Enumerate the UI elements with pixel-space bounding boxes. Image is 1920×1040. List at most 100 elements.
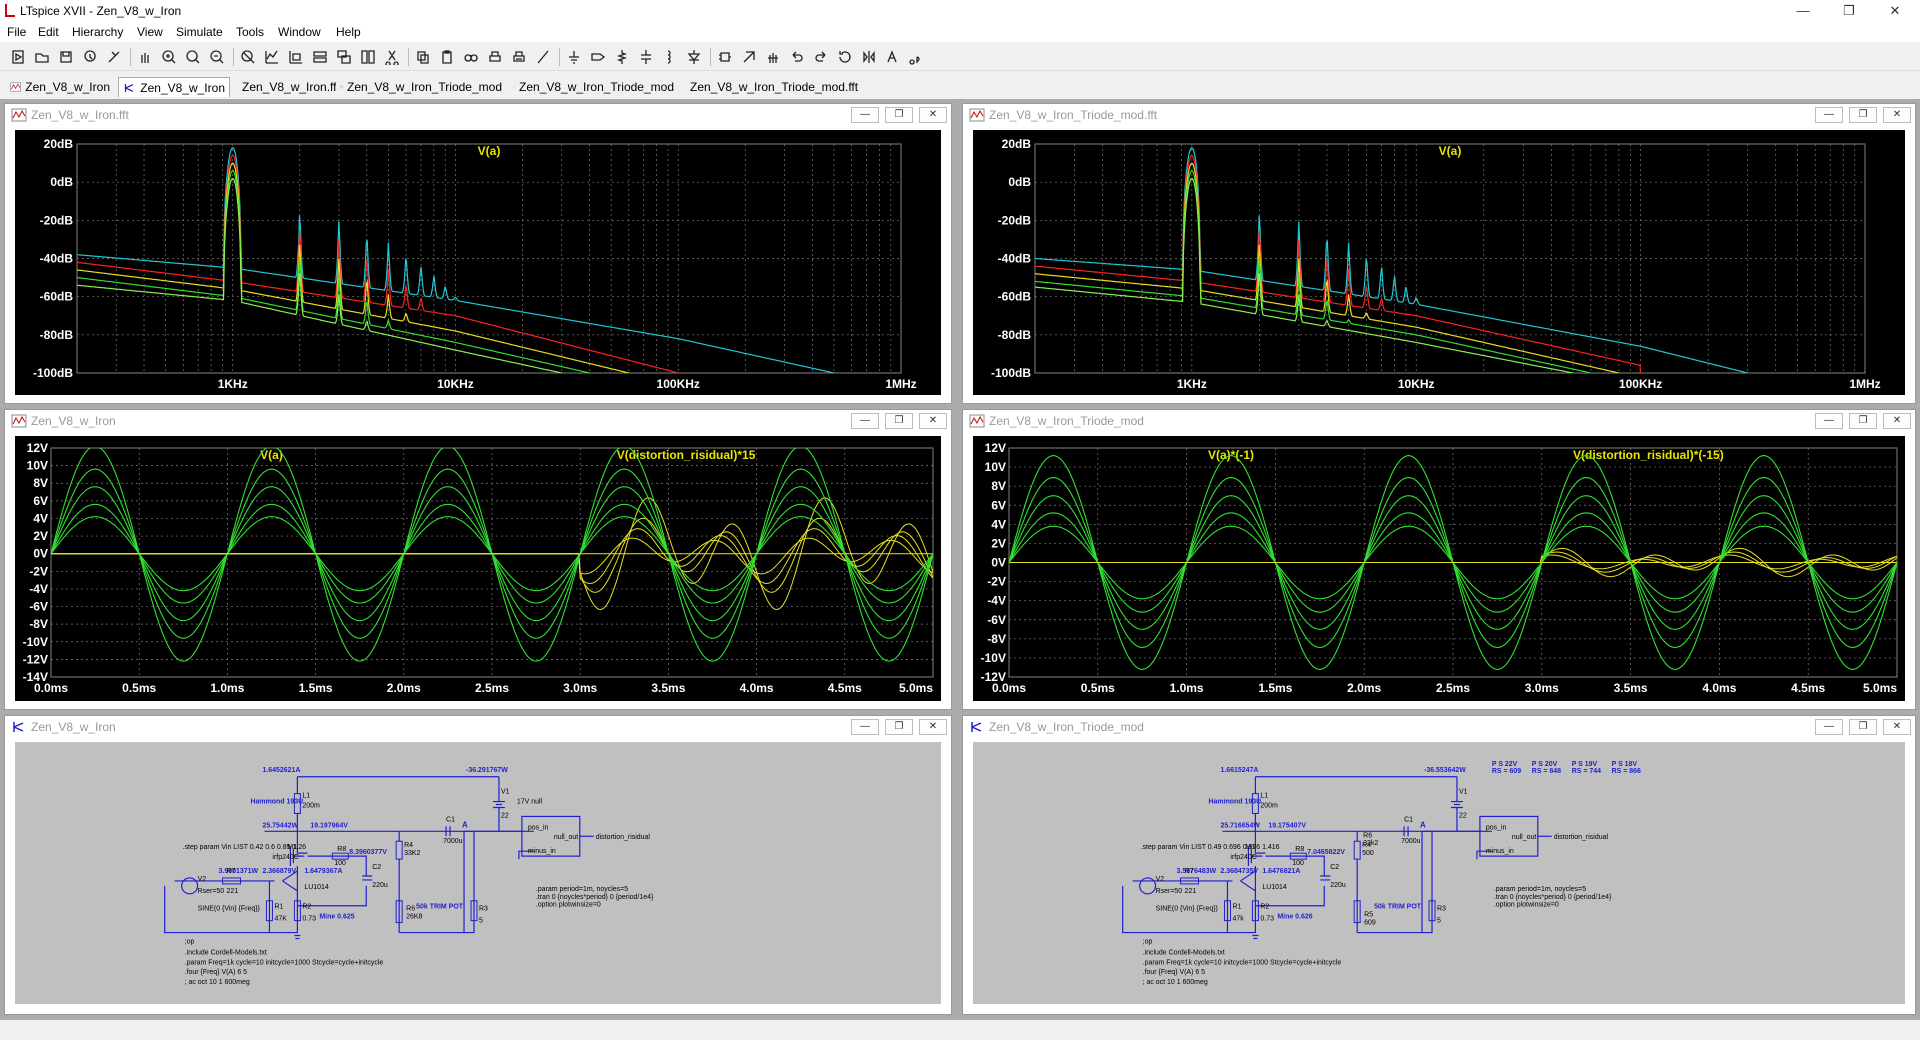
diode-button[interactable] [684,47,704,67]
window-close-button[interactable]: ✕ [919,719,947,735]
print-button[interactable] [509,47,529,67]
zoom-in-button[interactable] [159,47,179,67]
tab-3[interactable]: Zen_V8_w_Iron_Triode_mod [336,77,506,97]
menu-tools[interactable]: Tools [236,25,264,39]
fft-series-0[interactable] [1035,147,1865,381]
window-maximize-button[interactable]: ❐ [885,413,913,429]
fft-series-3[interactable] [77,169,901,381]
cascade-button[interactable] [334,47,354,67]
zoom-area-button[interactable] [183,47,203,67]
schematic-right-canvas[interactable]: 1.6615247A -36.553642W V1 22 L1 200m Hammond 1… [973,742,1905,1004]
window-maximize-button[interactable]: ❐ [885,719,913,735]
menu-hierarchy[interactable]: Hierarchy [72,25,123,39]
open-button[interactable] [32,47,52,67]
redo-button[interactable] [811,47,831,67]
window-maximize-button[interactable]: ❐ [1849,719,1877,735]
manual-limits-button[interactable] [286,47,306,67]
spice-directive-button[interactable] [907,47,927,67]
halt-button[interactable] [104,47,124,67]
resistor-button[interactable] [612,47,632,67]
schematic-left-canvas[interactable]: 1.6452621A -36.291767W V1 22 17V null L1 200m H… [15,742,941,1004]
tile-vertical-button[interactable] [358,47,378,67]
find-button[interactable] [461,47,481,67]
label-button[interactable] [588,47,608,67]
window-minimize-button[interactable]: — [851,107,879,123]
schematic-left-drawing[interactable]: 1.6452621A -36.291767W V1 22 17V null L1 200mH… [15,742,941,1004]
ground-symbol[interactable] [1252,934,1259,940]
ground-button[interactable] [564,47,584,67]
fft-right-plot[interactable]: 20dB 0dB -20dB -40dB -60dB -80dB -100dB 1KHz 10K… [973,130,1905,395]
window-close-button[interactable]: ✕ [919,413,947,429]
window-minimize-button[interactable]: — [851,719,879,735]
fft-right-window[interactable]: Zen_V8_w_Iron_Triode_mod.fft — ❐ ✕ 20dB 0… [962,103,1916,404]
tile-horizontal-button[interactable] [310,47,330,67]
zoom-fit-button[interactable] [238,47,258,67]
tab-4[interactable]: Zen_V8_w_Iron_Triode_mod [510,77,678,97]
window-minimize-button[interactable]: — [1815,719,1843,735]
window-title-bar[interactable]: Zen_V8_w_Iron — ❐ ✕ [5,716,951,738]
menu-view[interactable]: View [137,25,163,39]
menu-help[interactable]: Help [336,25,361,39]
window-title-bar[interactable]: Zen_V8_w_Iron — ❐ ✕ [5,410,951,432]
window-title-bar[interactable]: Zen_V8_w_Iron_Triode_mod.fft — ❐ ✕ [963,104,1915,126]
fft-series-4[interactable] [1035,177,1865,380]
window-close-button[interactable]: ✕ [1883,107,1911,123]
window-maximize-button[interactable]: ❐ [1849,413,1877,429]
menu-edit[interactable]: Edit [38,25,59,39]
window-title-bar[interactable]: Zen_V8_w_Iron_Triode_mod — ❐ ✕ [963,410,1915,432]
wire-button[interactable] [533,47,553,67]
c2-capacitor[interactable] [1320,875,1331,881]
tran-left-plot[interactable]: 0.0ms 0.5ms 1.0ms 1.5ms 2.0ms 2.5ms 3.0ms 3.5ms… [15,436,941,701]
window-close-button[interactable]: ✕ [919,107,947,123]
fft-left-chart[interactable]: 20dB 0dB -20dB -40dB -60dB -80dB -100dB 1KHz 10K… [15,130,941,395]
tab-2[interactable]: Zen_V8_w_Iron.fft [234,77,340,97]
r4-resistor[interactable] [1353,840,1361,860]
schematic-left-window[interactable]: Zen_V8_w_Iron — ❐ ✕ 1.6452621A -36.291767… [4,715,952,1015]
window-minimize-button[interactable]: — [1815,413,1843,429]
capacitor-button[interactable] [636,47,656,67]
restore-button[interactable]: ❐ [1826,0,1872,22]
window-title-bar[interactable]: Zen_V8_w_Iron.fft — ❐ ✕ [5,104,951,126]
fft-series-2[interactable] [77,162,901,381]
rotate-button[interactable] [835,47,855,67]
ground-symbol[interactable] [294,934,301,940]
component-button[interactable] [715,47,735,67]
copy-button[interactable] [413,47,433,67]
cut-button[interactable] [382,47,402,67]
mirror-button[interactable] [859,47,879,67]
fft-series-1[interactable] [77,154,901,381]
tran-right-chart[interactable]: 0.0ms 0.5ms 1.0ms 1.5ms 2.0ms 2.5ms 3.0ms 3.5ms… [973,436,1905,701]
fft-series-0[interactable] [77,147,901,381]
hand-button[interactable] [135,47,155,67]
drag-button[interactable] [763,47,783,67]
tran-left-window[interactable]: Zen_V8_w_Iron — ❐ ✕ 0.0ms 0.5ms 1.0ms 1.5ms… [4,409,952,710]
undo-button[interactable] [787,47,807,67]
close-button[interactable]: ✕ [1872,0,1918,22]
tab-1[interactable]: Zen_V8_w_Iron [118,77,230,97]
window-minimize-button[interactable]: — [851,413,879,429]
v1-battery[interactable] [492,800,505,809]
r4-resistor[interactable] [395,840,403,860]
menu-file[interactable]: File [7,25,26,39]
zoom-out-button[interactable] [207,47,227,67]
window-title-bar[interactable]: Zen_V8_w_Iron_Triode_mod — ❐ ✕ [963,716,1915,738]
text-button[interactable] [883,47,903,67]
print-setup-button[interactable] [485,47,505,67]
fft-left-window[interactable]: Zen_V8_w_Iron.fft — ❐ ✕ 20dB 0dB -20dB -40d… [4,103,952,404]
window-maximize-button[interactable]: ❐ [885,107,913,123]
inductor-button[interactable] [660,47,680,67]
residual-series-2[interactable] [51,528,933,584]
window-maximize-button[interactable]: ❐ [1849,107,1877,123]
window-close-button[interactable]: ✕ [1883,413,1911,429]
tran-left-chart[interactable]: 0.0ms 0.5ms 1.0ms 1.5ms 2.0ms 2.5ms 3.0ms 3.5ms… [15,436,941,701]
run-button[interactable] [8,47,28,67]
tab-0[interactable]: Zen_V8_w_Iron [6,77,114,97]
autorange-button[interactable] [262,47,282,67]
minimize-button[interactable]: — [1780,0,1826,22]
window-minimize-button[interactable]: — [1815,107,1843,123]
c2-capacitor[interactable] [362,875,373,881]
move-button[interactable] [739,47,759,67]
tab-5[interactable]: Zen_V8_w_Iron_Triode_mod.fft [682,77,860,97]
paste-button[interactable] [437,47,457,67]
fft-series-2[interactable] [1035,162,1865,381]
